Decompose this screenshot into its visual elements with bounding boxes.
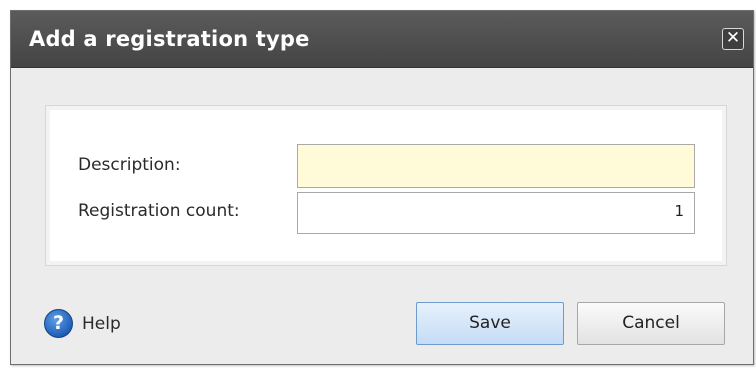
cancel-button[interactable]: Cancel [577, 302, 725, 345]
registration-count-input[interactable]: 1 [297, 192, 695, 234]
registration-count-label: Registration count: [78, 201, 240, 221]
description-label: Description: [78, 155, 181, 175]
close-icon[interactable]: ✕ [722, 28, 744, 50]
description-input[interactable] [297, 144, 695, 188]
dialog-titlebar: Add a registration type ✕ [11, 11, 753, 68]
add-registration-type-dialog: Add a registration type ✕ Description: R… [10, 10, 754, 365]
save-button[interactable]: Save [416, 302, 564, 345]
form-panel: Description: Registration count: 1 [45, 105, 727, 266]
help-icon[interactable]: ? [44, 309, 73, 338]
help-label[interactable]: Help [82, 314, 121, 334]
dialog-title: Add a registration type [29, 27, 310, 51]
